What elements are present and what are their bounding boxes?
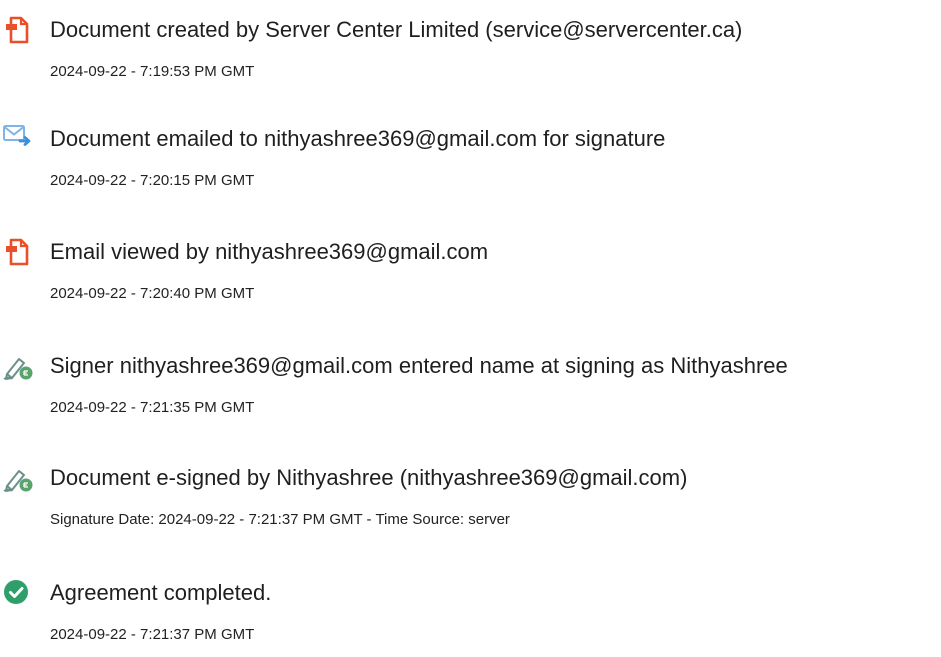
document-icon	[2, 14, 34, 46]
signature-icon	[2, 462, 34, 494]
history-entry: Document e-signed by Nithyashree (nithya…	[0, 462, 941, 542]
entry-timestamp: 2024-09-22 - 7:20:15 PM GMT	[50, 172, 255, 189]
entry-timestamp: 2024-09-22 - 7:21:37 PM GMT	[50, 626, 255, 643]
entry-title: Email viewed by nithyashree369@gmail.com	[50, 239, 489, 264]
entry-timestamp: 2024-09-22 - 7:20:40 PM GMT	[50, 285, 255, 302]
entry-title: Signer nithyashree369@gmail.com entered …	[50, 353, 788, 378]
history-entry: Agreement completed. 2024-09-22 - 7:21:3…	[0, 577, 941, 657]
history-entry: Signer nithyashree369@gmail.com entered …	[0, 350, 941, 430]
entry-title: Document e-signed by Nithyashree (nithya…	[50, 465, 688, 490]
signature-icon	[2, 350, 34, 382]
history-entry: Document emailed to nithyashree369@gmail…	[0, 123, 941, 203]
email-icon	[2, 123, 34, 155]
entry-signature-details: Signature Date: 2024-09-22 - 7:21:37 PM …	[50, 511, 510, 528]
entry-timestamp: 2024-09-22 - 7:19:53 PM GMT	[50, 63, 255, 80]
entry-timestamp: 2024-09-22 - 7:21:35 PM GMT	[50, 399, 255, 416]
history-entry: Email viewed by nithyashree369@gmail.com…	[0, 236, 941, 316]
document-icon	[2, 236, 34, 268]
entry-title: Agreement completed.	[50, 580, 272, 605]
entry-title: Document emailed to nithyashree369@gmail…	[50, 126, 666, 151]
checkmark-icon	[2, 577, 34, 609]
entry-title: Document created by Server Center Limite…	[50, 17, 743, 42]
history-entry: Document created by Server Center Limite…	[0, 14, 941, 94]
